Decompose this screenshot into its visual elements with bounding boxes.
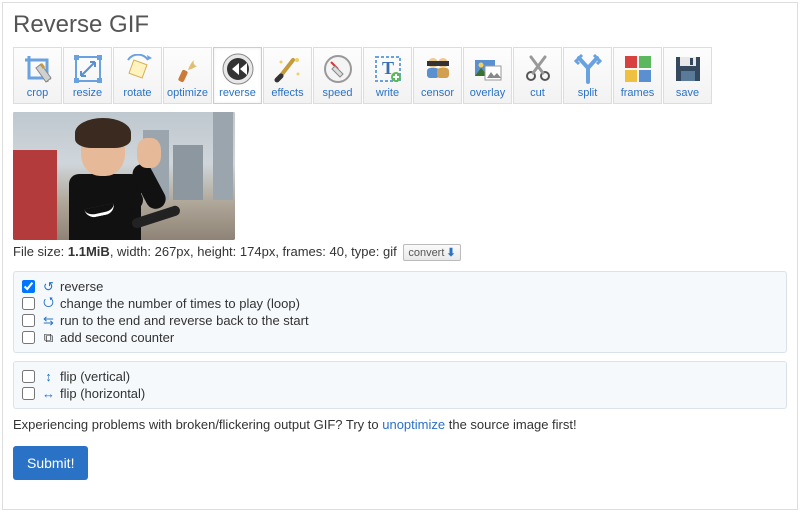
gif-preview[interactable] [13, 112, 235, 240]
page-title: Reverse GIF [13, 11, 787, 39]
option-pingpong: ⇆ run to the end and reverse back to the … [22, 312, 778, 329]
cut-icon [521, 52, 555, 86]
file-size-label: File size: [13, 244, 68, 259]
crop-icon [21, 52, 55, 86]
option-label: run to the end and reverse back to the s… [60, 313, 309, 328]
option-flipv: ↕ flip (vertical) [22, 368, 778, 385]
tool-label: speed [314, 87, 361, 99]
tool-crop[interactable]: crop [13, 47, 62, 104]
option-label: add second counter [60, 330, 174, 345]
tool-overlay[interactable]: overlay [463, 47, 512, 104]
tool-label: save [664, 87, 711, 99]
fliph-icon: ↔ [41, 386, 56, 401]
reverse-icon [221, 52, 255, 86]
tool-label: optimize [164, 87, 211, 99]
tool-resize[interactable]: resize [63, 47, 112, 104]
option-label: reverse [60, 279, 103, 294]
effects-icon [271, 52, 305, 86]
option-reverse: ↺reverse [22, 278, 778, 295]
tool-label: reverse [214, 87, 261, 99]
option-counter: ⧉ add second counter [22, 329, 778, 346]
option-fliph: ↔ flip (horizontal) [22, 385, 778, 402]
checkbox-pingpong[interactable] [22, 314, 35, 327]
split-icon [571, 52, 605, 86]
checkbox-counter[interactable] [22, 331, 35, 344]
tool-label: rotate [114, 87, 161, 99]
tool-effects[interactable]: effects [263, 47, 312, 104]
rotate-icon [121, 52, 155, 86]
hint-text: Experiencing problems with broken/flicke… [13, 417, 787, 432]
tool-label: overlay [464, 87, 511, 99]
write-icon: T [371, 52, 405, 86]
convert-button[interactable]: convert⬇ [403, 244, 460, 261]
resize-icon [71, 52, 105, 86]
checkbox-reverse[interactable] [22, 280, 35, 293]
tool-cut[interactable]: cut [513, 47, 562, 104]
tool-label: resize [64, 87, 111, 99]
options-panel-main: ↺reverse⭯ change the number of times to p… [13, 271, 787, 353]
tool-censor[interactable]: censor [413, 47, 462, 104]
tool-reverse[interactable]: reverse [213, 47, 262, 104]
checkbox-fliph[interactable] [22, 387, 35, 400]
checkbox-flipv[interactable] [22, 370, 35, 383]
save-icon [671, 52, 705, 86]
checkbox-loop[interactable] [22, 297, 35, 310]
tool-frames[interactable]: frames [613, 47, 662, 104]
unoptimize-link[interactable]: unoptimize [382, 417, 445, 432]
counter-icon: ⧉ [41, 330, 56, 345]
submit-button[interactable]: Submit! [13, 446, 88, 480]
tool-label: split [564, 87, 611, 99]
option-loop: ⭯ change the number of times to play (loo… [22, 295, 778, 312]
tool-optimize[interactable]: optimize [163, 47, 212, 104]
tool-label: frames [614, 87, 661, 99]
toolbar: cropresizerotateoptimizereverseeffectssp… [13, 47, 787, 104]
tool-label: crop [14, 87, 61, 99]
loop-icon: ⭯ [41, 296, 56, 311]
censor-icon [421, 52, 455, 86]
options-panel-flip: ↕ flip (vertical) ↔ flip (horizontal) [13, 361, 787, 409]
option-label: flip (horizontal) [60, 386, 145, 401]
optimize-icon [171, 52, 205, 86]
tool-save[interactable]: save [663, 47, 712, 104]
option-label: flip (vertical) [60, 369, 130, 384]
option-label: change the number of times to play (loop… [60, 296, 300, 311]
flipv-icon: ↕ [41, 369, 56, 384]
tool-label: cut [514, 87, 561, 99]
tool-split[interactable]: split [563, 47, 612, 104]
speed-icon [321, 52, 355, 86]
tool-label: effects [264, 87, 311, 99]
tool-label: write [364, 87, 411, 99]
tool-label: censor [414, 87, 461, 99]
pingpong-icon: ⇆ [41, 313, 56, 328]
overlay-icon [471, 52, 505, 86]
file-meta: File size: 1.1MiB, width: 267px, height:… [13, 244, 787, 261]
file-rest: , width: 267px, height: 174px, frames: 4… [110, 244, 397, 259]
tool-rotate[interactable]: rotate [113, 47, 162, 104]
download-icon: ⬇ [446, 247, 455, 259]
tool-speed[interactable]: speed [313, 47, 362, 104]
frames-icon [621, 52, 655, 86]
file-size-value: 1.1MiB [68, 244, 110, 259]
tool-write[interactable]: Twrite [363, 47, 412, 104]
